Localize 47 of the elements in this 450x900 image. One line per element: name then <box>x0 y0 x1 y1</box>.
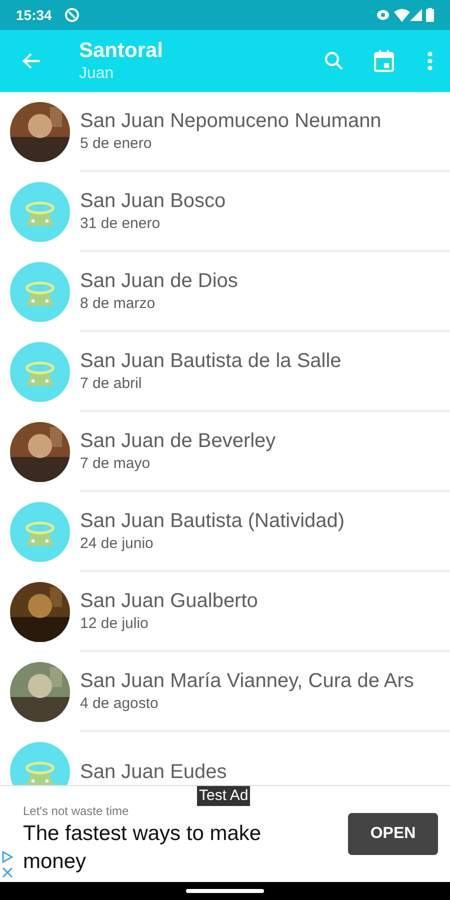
ad-label: Test Ad <box>197 786 250 806</box>
play-icon[interactable] <box>2 851 13 863</box>
saint-row[interactable]: San Juan Bautista (Natividad) 24 de junio <box>0 492 450 572</box>
halo-robot-icon <box>10 502 70 562</box>
app-subtitle: Juan <box>79 64 115 84</box>
halo-robot-icon <box>10 342 70 402</box>
signal-icon <box>410 9 422 21</box>
saint-date: 8 de marzo <box>80 294 156 314</box>
app-title: Santoral <box>79 38 164 64</box>
saint-date: 5 de enero <box>80 134 153 154</box>
home-indicator[interactable] <box>186 889 264 893</box>
wifi-icon <box>394 8 410 22</box>
open-button[interactable]: OPEN <box>348 813 438 855</box>
saint-name: San Juan Bosco <box>80 189 227 214</box>
saint-name: San Juan de Dios <box>80 269 239 294</box>
saint-name: San Juan de Beverley <box>80 429 277 454</box>
close-icon[interactable] <box>2 867 13 878</box>
halo-robot-icon <box>10 262 70 322</box>
halo-robot-icon <box>10 182 70 242</box>
saint-date: 24 de junio <box>80 534 154 554</box>
saint-date: 31 de enero <box>80 214 162 234</box>
status-time: 15:34 <box>16 6 52 24</box>
ad-headline[interactable]: The fastest ways to make money <box>23 820 308 876</box>
saint-name: San Juan Nepomuceno Neumann <box>80 109 382 134</box>
saint-row[interactable]: San Juan Bosco 31 de enero <box>0 172 450 252</box>
saint-row[interactable]: San Juan María Vianney, Cura de Ars 4 de agosto <box>0 652 450 732</box>
saint-date: 12 de julio <box>80 614 150 634</box>
ad-tagline: Let's not waste time <box>23 803 130 820</box>
saint-row[interactable]: San Juan de Dios 8 de marzo <box>0 252 450 332</box>
saint-row[interactable]: San Juan de Beverley 7 de mayo <box>0 412 450 492</box>
saint-name: San Juan Bautista de la Salle <box>80 349 342 374</box>
battery-icon <box>426 8 434 22</box>
saint-date: 7 de abril <box>80 374 143 394</box>
saint-name: San Juan María Vianney, Cura de Ars <box>80 669 415 694</box>
saint-row[interactable]: San Juan Nepomuceno Neumann 5 de enero <box>0 92 450 172</box>
saint-name: San Juan Gualberto <box>80 589 259 614</box>
saint-name: San Juan Bautista (Natividad) <box>80 509 346 534</box>
saint-row[interactable]: San Juan Bautista de la Salle 7 de abril <box>0 332 450 412</box>
saint-row[interactable]: San Juan Gualberto 12 de julio <box>0 572 450 652</box>
eye-icon <box>376 9 390 21</box>
back-arrow-icon <box>22 51 42 71</box>
search-icon <box>324 51 344 71</box>
saint-date: 4 de agosto <box>80 694 160 714</box>
saint-date: 7 de mayo <box>80 454 152 474</box>
saint-name: San Juan Eudes <box>80 760 228 785</box>
calendar-icon <box>374 50 394 72</box>
more-icon <box>427 51 433 71</box>
